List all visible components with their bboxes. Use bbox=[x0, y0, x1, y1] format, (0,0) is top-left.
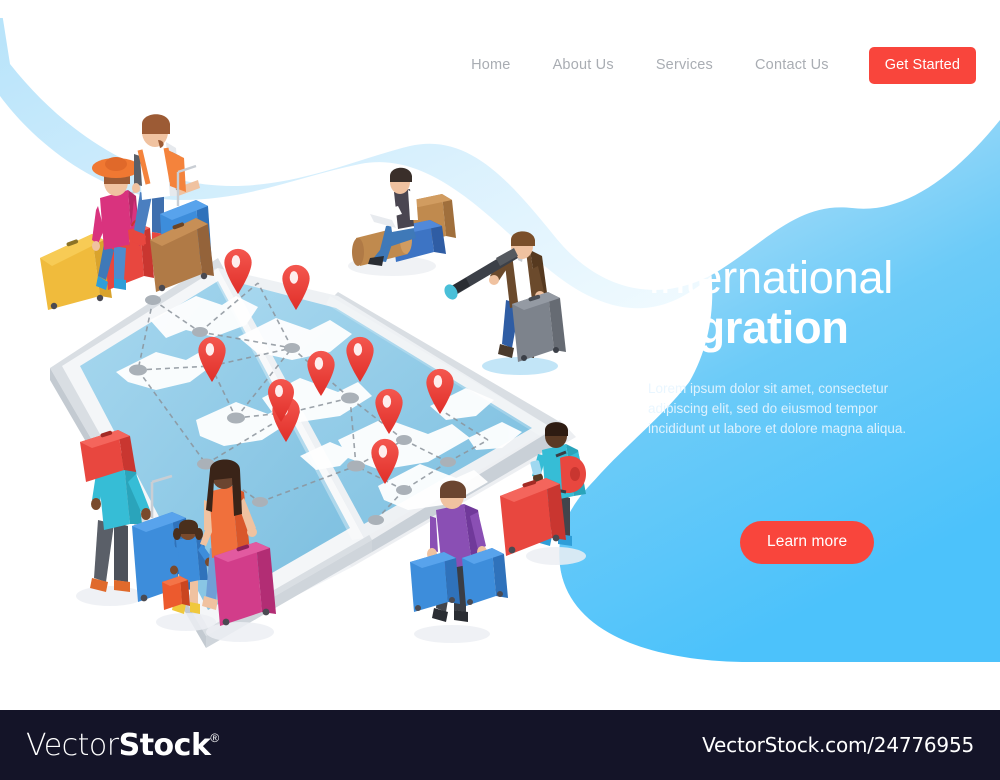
nav-link-home[interactable]: Home bbox=[450, 51, 531, 79]
hero-title-line-1: International bbox=[648, 252, 894, 303]
top-navigation: Home About Us Services Contact Us Get St… bbox=[0, 44, 1000, 86]
hero-title-line-2: Migration bbox=[648, 302, 849, 353]
vectorstock-logo: Vector Stock ® bbox=[26, 728, 219, 763]
registered-mark-icon: ® bbox=[210, 730, 220, 745]
learn-more-button[interactable]: Learn more bbox=[740, 521, 875, 564]
nav-link-services[interactable]: Services bbox=[635, 51, 734, 79]
suitcase-grey bbox=[512, 292, 566, 362]
watermark-url: VectorStock.com/24776955 bbox=[702, 733, 974, 757]
hero-subtitle: Lorem ipsum dolor sit amet, consectetur … bbox=[648, 381, 907, 436]
figure-man-reading-book bbox=[348, 167, 456, 276]
logo-text-stock: Stock bbox=[118, 727, 211, 763]
logo-text-vector: Vector bbox=[26, 727, 119, 763]
suitcase-red-large bbox=[500, 478, 566, 556]
figure-man-with-telescope bbox=[444, 231, 566, 375]
suitcase-magenta bbox=[214, 542, 276, 626]
nav-link-about-us[interactable]: About Us bbox=[532, 51, 635, 79]
get-started-button[interactable]: Get Started bbox=[868, 46, 976, 84]
watermark-footer: Vector Stock ® VectorStock.com/24776955 bbox=[0, 710, 1000, 780]
page-canvas: Home About Us Services Contact Us Get St… bbox=[0, 0, 1000, 710]
nav-link-contact-us[interactable]: Contact Us bbox=[734, 51, 850, 79]
hero-copy: International Migration Lorem ipsum dolo… bbox=[648, 252, 978, 439]
nav-links-group: Home About Us Services Contact Us Get St… bbox=[450, 46, 976, 84]
